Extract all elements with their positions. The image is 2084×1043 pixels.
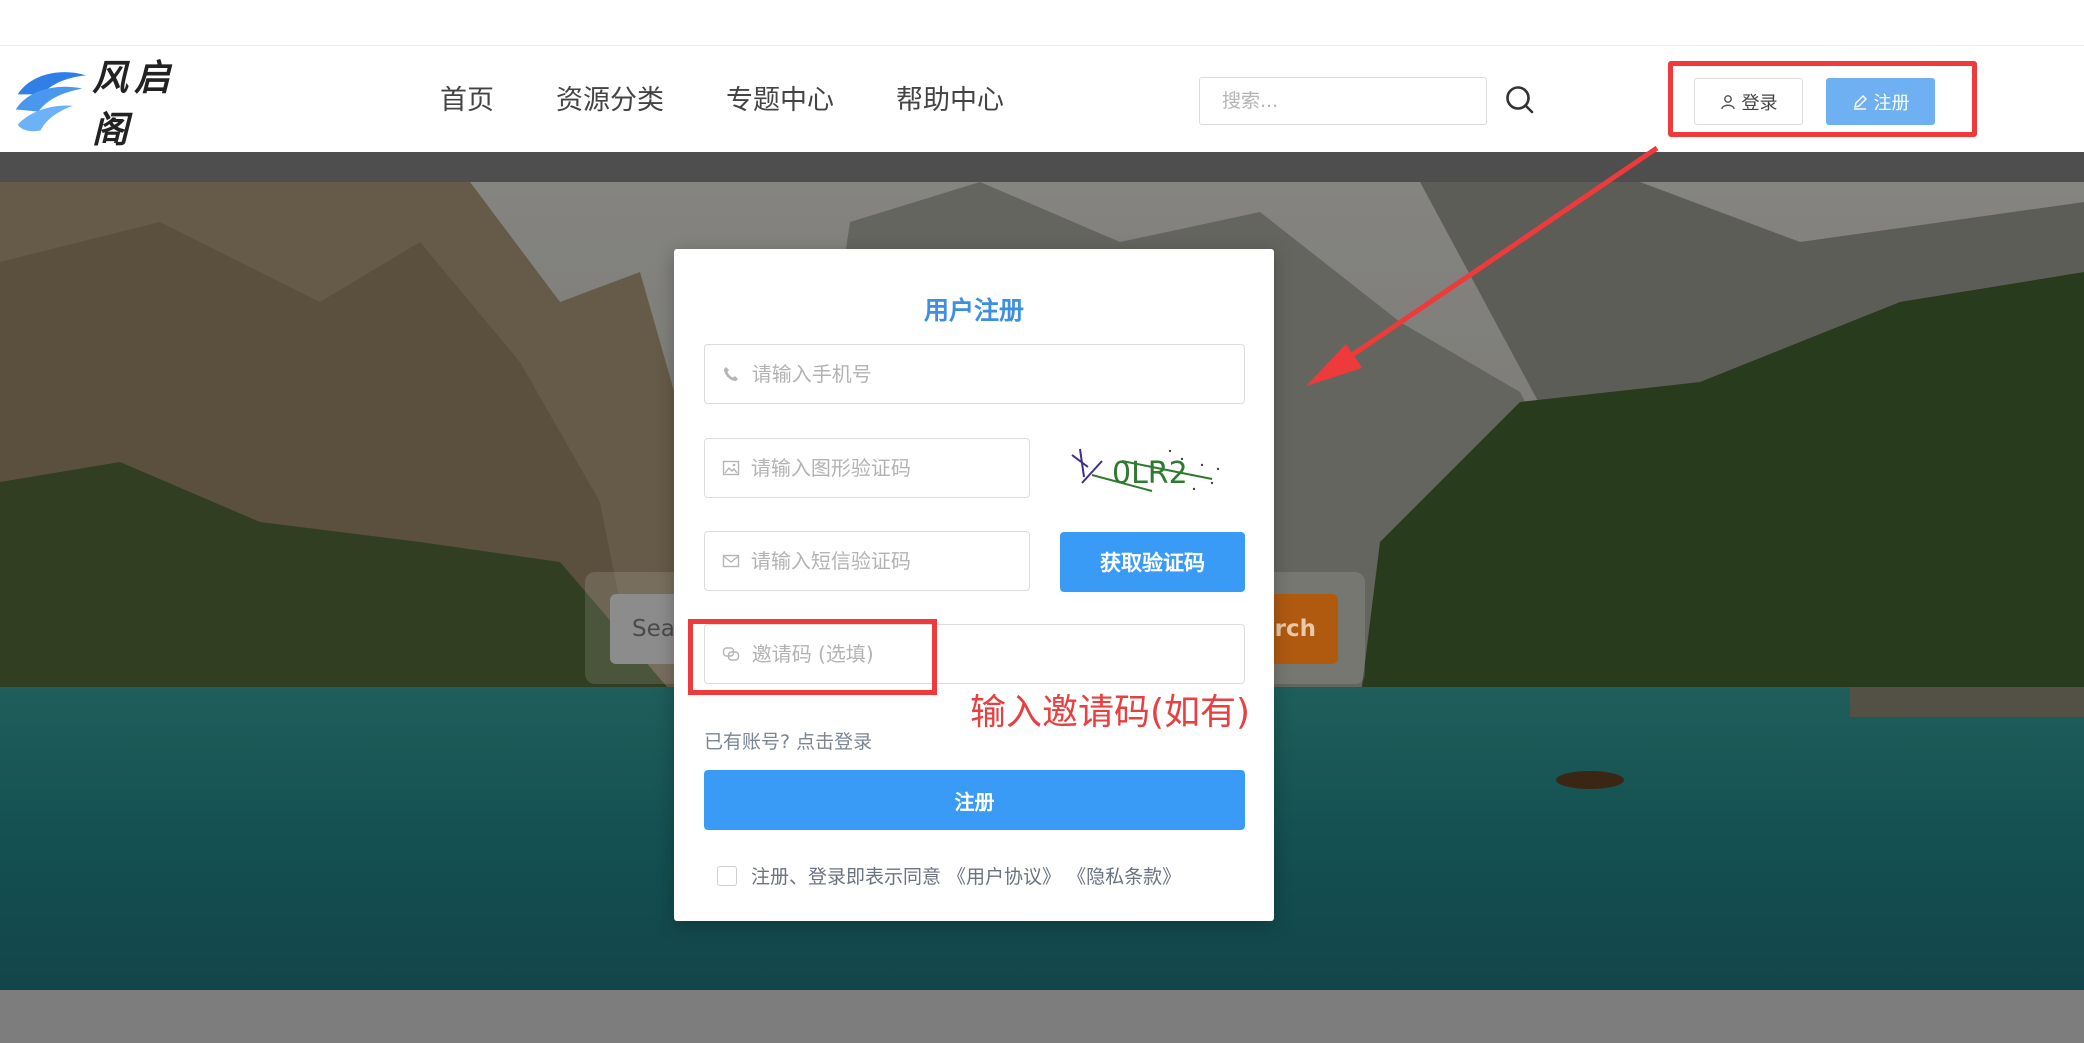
logo-icon: [15, 72, 87, 132]
register-submit-button[interactable]: 注册: [704, 770, 1245, 830]
login-link[interactable]: 已有账号? 点击登录: [704, 727, 872, 754]
agreement-row: 注册、登录即表示同意 《用户协议》 《隐私条款》: [717, 862, 1181, 889]
site-header: 风启阁 首页 资源分类 专题中心 帮助中心 登录 注册: [0, 46, 2084, 152]
site-logo[interactable]: 风启阁: [12, 57, 212, 151]
captcha-field[interactable]: [704, 438, 1030, 498]
get-code-button[interactable]: 获取验证码: [1060, 532, 1245, 592]
captcha-input[interactable]: [750, 456, 1029, 480]
phone-field[interactable]: [704, 344, 1245, 404]
search-icon[interactable]: [1504, 84, 1536, 116]
header-search-input[interactable]: [1199, 77, 1487, 125]
top-strip: [0, 0, 2084, 46]
nav-item-help[interactable]: 帮助中心: [896, 78, 1004, 117]
header-login-button[interactable]: 登录: [1694, 78, 1803, 125]
footer-band: [0, 990, 2084, 1043]
modal-title: 用户注册: [923, 296, 1024, 325]
captcha-image[interactable]: 0LR2: [1062, 439, 1228, 499]
nav-item-home[interactable]: 首页: [440, 78, 494, 117]
phone-input[interactable]: [751, 362, 1244, 386]
annotation-text: 输入邀请码(如有): [970, 692, 1251, 733]
edit-icon: [1853, 94, 1867, 110]
invite-field-highlight: [688, 619, 937, 695]
phone-icon: [721, 363, 742, 385]
nav-item-categories[interactable]: 资源分类: [556, 78, 664, 117]
image-icon: [721, 457, 741, 479]
nav-item-topics[interactable]: 专题中心: [726, 78, 834, 117]
user-icon: [1720, 94, 1735, 109]
sms-input[interactable]: [750, 549, 1029, 573]
header-login-label: 登录: [1741, 92, 1778, 114]
header-register-button[interactable]: 注册: [1826, 78, 1935, 125]
main-nav: 首页 资源分类 专题中心 帮助中心: [440, 78, 1004, 117]
header-register-label: 注册: [1873, 92, 1910, 114]
sms-field[interactable]: [704, 531, 1030, 591]
agree-checkbox[interactable]: [717, 865, 737, 886]
logo-text: 风启阁: [92, 57, 177, 151]
captcha-code: 0LR2: [1112, 456, 1188, 491]
agreement-text[interactable]: 注册、登录即表示同意 《用户协议》 《隐私条款》: [751, 862, 1181, 889]
mail-icon: [721, 550, 741, 572]
register-modal: 用户注册 0LR2 获取验证码: [674, 249, 1274, 921]
